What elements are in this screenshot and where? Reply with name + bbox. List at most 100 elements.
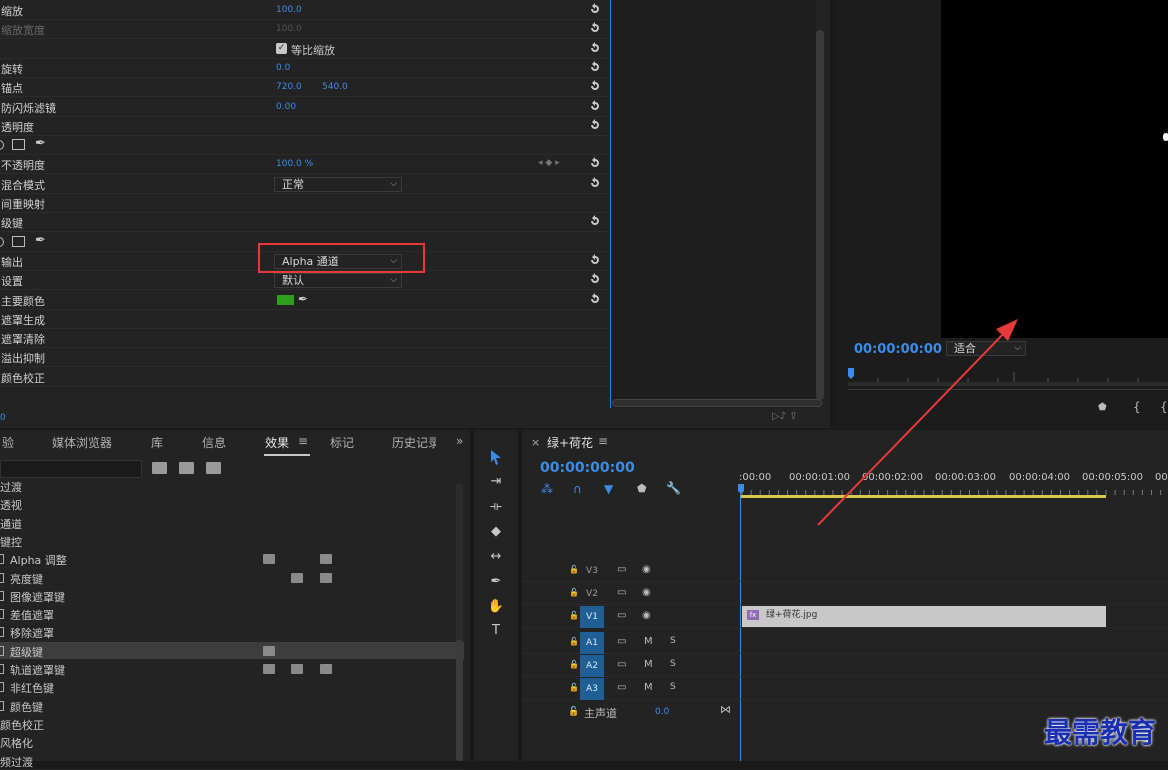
effect-item[interactable]: 风格化	[0, 733, 464, 752]
marker-toggle-icon[interactable]: ⬟	[637, 482, 647, 495]
track-name[interactable]: A1	[580, 632, 604, 654]
mute-button[interactable]: M	[644, 682, 653, 693]
solo-button[interactable]: S	[670, 659, 676, 669]
track-name[interactable]: A3	[580, 678, 604, 700]
ellipse-mask-icon[interactable]	[0, 140, 4, 151]
marker-icon[interactable]: ⬟	[1098, 402, 1107, 413]
ec-row-value[interactable]: 720.0	[276, 82, 302, 92]
snap-icon[interactable]: ⁂	[541, 482, 553, 496]
effect-item[interactable]: 图像遮罩键	[0, 587, 464, 605]
eye-icon[interactable]: ◉	[642, 610, 651, 621]
slip-icon[interactable]: ↔	[487, 549, 505, 567]
track-name[interactable]: V1	[580, 606, 604, 628]
pen-mask-icon[interactable]: ✒	[35, 233, 46, 248]
sync-lock-icon[interactable]: ▭	[617, 610, 626, 621]
mute-button[interactable]: M	[644, 636, 653, 647]
ec-row-value[interactable]: 0.00	[276, 102, 296, 112]
effect-item[interactable]: 键控	[0, 532, 464, 550]
track-select-icon[interactable]: ⇥	[487, 474, 505, 492]
linked-selection-icon[interactable]: ∩	[573, 482, 582, 496]
reset-icon[interactable]	[588, 156, 602, 170]
effects-tab[interactable]: 媒体浏览器	[52, 434, 112, 451]
ec-hscroll[interactable]	[612, 399, 822, 407]
reset-icon[interactable]	[588, 292, 602, 306]
master-lock-icon[interactable]: 🔓	[568, 707, 579, 717]
reset-icon[interactable]	[588, 176, 602, 190]
reset-icon[interactable]	[588, 60, 602, 74]
sequence-tab[interactable]: 绿+荷花	[547, 434, 593, 451]
lock-icon[interactable]: 🔓	[569, 588, 579, 597]
effect-item[interactable]: 通道	[0, 514, 464, 532]
lock-icon[interactable]: 🔓	[569, 660, 579, 669]
more-tabs-icon[interactable]: »	[456, 434, 463, 448]
effects-tab[interactable]: 验	[2, 434, 14, 451]
panel-menu-icon[interactable]: ≡	[298, 434, 308, 448]
razor-icon[interactable]: ◆	[487, 524, 505, 542]
timeline-timecode[interactable]: 00:00:00:00	[540, 460, 635, 476]
type-tool-icon[interactable]: T	[487, 623, 505, 641]
accel-icon[interactable]	[152, 462, 167, 474]
selection-tool-icon[interactable]	[487, 448, 505, 466]
key-color-swatch[interactable]	[277, 294, 294, 305]
lock-icon[interactable]: 🔓	[569, 637, 579, 646]
uniform-scale-checkbox[interactable]: ✓	[276, 42, 287, 54]
effect-item[interactable]: Alpha 调整	[0, 550, 464, 569]
add-marker-icon[interactable]: ▼	[604, 482, 613, 496]
mute-button[interactable]: M	[644, 659, 653, 670]
wrench-icon[interactable]: 🔧	[666, 481, 681, 495]
reset-icon[interactable]	[588, 118, 602, 132]
effect-item[interactable]: 差值遮罩	[0, 605, 464, 624]
track-name[interactable]: V3	[580, 560, 604, 582]
sequence-menu-icon[interactable]: ≡	[598, 434, 608, 448]
track-name[interactable]: A2	[580, 655, 604, 677]
effects-scroll-thumb[interactable]	[456, 640, 463, 761]
eye-icon[interactable]: ◉	[642, 587, 651, 598]
sync-lock-icon[interactable]: ▭	[617, 682, 626, 693]
lock-icon[interactable]: 🔓	[569, 611, 579, 620]
reset-icon[interactable]	[588, 272, 602, 286]
effects-tab[interactable]: 标记	[330, 434, 354, 451]
keyframe-nav-icon[interactable]: ◂ ◆ ▸	[538, 158, 560, 168]
ec-row-value[interactable]: 100.0 %	[276, 159, 313, 169]
ripple-edit-icon[interactable]: ⟛	[487, 499, 505, 517]
pen-tool-icon[interactable]: ✒	[487, 574, 505, 592]
ec-dropdown[interactable]: 正常 ⌵	[274, 176, 402, 192]
effects-tab[interactable]: 效果	[265, 434, 289, 451]
ec-row-value[interactable]: 0.0	[276, 63, 290, 73]
solo-button[interactable]: S	[670, 682, 676, 692]
track-name[interactable]: V2	[580, 583, 604, 605]
reset-icon[interactable]	[588, 21, 602, 35]
effects-search-input[interactable]	[0, 460, 142, 478]
sync-lock-icon[interactable]: ▭	[617, 564, 626, 575]
yuv-icon[interactable]	[206, 462, 221, 474]
lock-icon[interactable]: 🔓	[569, 683, 579, 692]
effect-item[interactable]: 非红色键	[0, 678, 464, 697]
effect-item[interactable]: 亮度键	[0, 569, 464, 587]
reset-icon[interactable]	[588, 79, 602, 93]
ec-row-value[interactable]: 100.0	[276, 5, 302, 15]
eyedropper-icon[interactable]: ✒	[298, 292, 308, 306]
rect-mask-icon[interactable]	[12, 235, 25, 247]
effects-tab[interactable]: 信息	[202, 434, 226, 451]
close-sequence-icon[interactable]: ×	[531, 436, 540, 449]
effects-tab[interactable]: 库	[151, 434, 163, 451]
master-value[interactable]: 0.0	[655, 707, 669, 717]
sync-lock-icon[interactable]: ▭	[617, 636, 626, 647]
effect-item[interactable]: 过渡	[0, 477, 464, 495]
32bit-icon[interactable]	[179, 462, 194, 474]
sync-lock-icon[interactable]: ▭	[617, 659, 626, 670]
effect-item[interactable]: 透视	[0, 495, 464, 514]
effect-item[interactable]: 移除遮罩	[0, 623, 464, 642]
reset-icon[interactable]	[588, 41, 602, 55]
hand-tool-icon[interactable]: ✋	[487, 599, 505, 617]
effect-item[interactable]: 轨道遮罩键	[0, 660, 464, 678]
reset-icon[interactable]	[588, 214, 602, 228]
ec-footer-icons[interactable]: ▷♪ ⇪	[772, 411, 798, 422]
solo-button[interactable]: S	[670, 636, 676, 646]
ellipse-mask-icon[interactable]	[0, 236, 4, 247]
reset-icon[interactable]	[588, 2, 602, 16]
ec-row-value[interactable]: 100.0	[276, 24, 302, 34]
in-point-icon[interactable]: {	[1133, 400, 1141, 414]
out-point-icon[interactable]: {	[1160, 400, 1168, 414]
reset-icon[interactable]	[588, 253, 602, 267]
